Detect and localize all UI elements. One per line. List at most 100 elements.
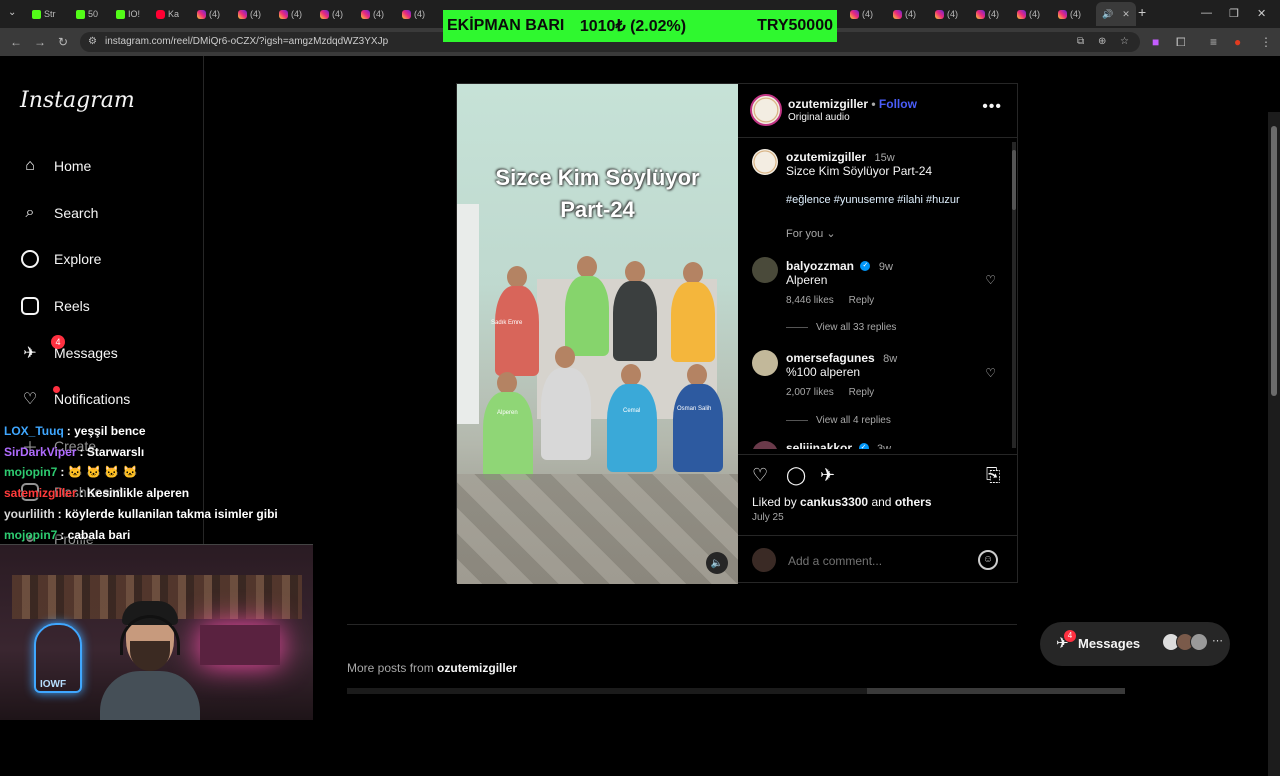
minimize-button[interactable]: — (1201, 7, 1212, 19)
messages-badge: 4 (1064, 630, 1076, 642)
chrome-menu-icon[interactable]: ⋮ (1260, 35, 1272, 49)
sidebar-item-notifications[interactable]: ♡ Notifications (20, 384, 130, 414)
extension-icon[interactable]: ■ (1152, 35, 1159, 49)
reload-icon[interactable]: ↻ (58, 35, 68, 49)
instagram-icon (197, 9, 206, 19)
commenter-avatar[interactable] (752, 441, 778, 449)
forward-icon[interactable]: → (34, 35, 46, 49)
browser-tab[interactable]: IO! (116, 6, 140, 22)
reply-button[interactable]: Reply (849, 295, 875, 306)
caption-username[interactable]: ozutemizgiller (786, 150, 866, 164)
commenter-avatar[interactable] (752, 257, 778, 283)
comment-icon[interactable]: ◯ (786, 465, 806, 486)
site-info-icon[interactable]: ⚙ (88, 36, 97, 47)
sidebar-item-label: Home (54, 158, 92, 174)
more-posts-username[interactable]: ozutemizgiller (437, 661, 517, 675)
window-close-button[interactable]: ✕ (1257, 7, 1266, 20)
browser-tab[interactable]: (4) (893, 6, 916, 22)
sidebar-item-home[interactable]: ⌂ Home (20, 151, 91, 181)
comment-like-heart-icon[interactable]: ♡ (985, 366, 996, 380)
comment-time: 9w (878, 261, 893, 273)
browser-tab[interactable]: (4) (935, 6, 958, 22)
browser-tab[interactable]: (4) (850, 6, 873, 22)
notification-dot (53, 386, 60, 393)
reply-button[interactable]: Reply (849, 387, 875, 398)
bookmark-star-icon[interactable]: ☆ (1120, 36, 1129, 47)
browser-tab[interactable]: (4) (361, 6, 384, 22)
extensions-puzzle-icon[interactable]: ⧠ (1176, 35, 1186, 50)
media-icon[interactable]: ≡ (1210, 35, 1217, 49)
browser-tab[interactable]: (4) (238, 6, 261, 22)
volume-icon[interactable]: 🔈 (706, 552, 728, 574)
liked-by: Liked by cankus3300 and others (752, 495, 932, 509)
sidebar-item-search[interactable]: ⌕ Search (20, 198, 99, 228)
chevron-down-icon[interactable]: ⌄ (826, 228, 835, 240)
emoji-icon[interactable]: ☺ (978, 550, 998, 570)
liked-by-user[interactable]: cankus3300 (800, 495, 868, 509)
browser-tab[interactable]: Str (32, 6, 56, 22)
sidebar-item-reels[interactable]: Reels (20, 291, 90, 321)
comment-likes[interactable]: 2,007 likes (786, 387, 834, 398)
browser-tab[interactable]: (4) (197, 6, 220, 22)
kid-head (555, 346, 575, 368)
browser-tab[interactable]: (4) (1058, 6, 1081, 22)
commenter-username[interactable]: seliiinakkor (786, 441, 852, 449)
view-replies-button[interactable]: View all 33 replies (786, 322, 896, 333)
current-user-avatar[interactable] (752, 548, 776, 572)
zoom-icon[interactable]: ⊕ (1098, 36, 1106, 47)
original-audio-link[interactable]: Original audio (788, 112, 850, 123)
share-icon[interactable]: ✈ (820, 465, 835, 486)
install-icon[interactable]: ⧉ (1077, 36, 1084, 47)
caption-hashtags[interactable]: #eğlence #yunusemre #ilahi #huzur (786, 194, 960, 206)
browser-tab[interactable]: Ka (156, 6, 179, 22)
comments-scrollbar[interactable] (1012, 142, 1016, 448)
kid-shirt (613, 281, 657, 361)
author-username[interactable]: ozutemizgiller (788, 97, 868, 111)
instagram-logo[interactable]: Instagram (20, 88, 135, 113)
browser-tab[interactable]: 50 (76, 6, 98, 22)
more-posts-thumbnails[interactable] (347, 688, 1125, 694)
tab-search-icon[interactable]: ⌄ (8, 7, 16, 18)
commenter-avatar[interactable] (752, 350, 778, 376)
save-bookmark-icon[interactable]: ⎘ (986, 465, 1000, 486)
browser-tab[interactable]: (4) (279, 6, 302, 22)
profile-avatar-icon[interactable]: ● (1234, 35, 1241, 49)
caption-avatar[interactable] (752, 149, 778, 175)
tab-label: (4) (905, 9, 916, 19)
active-tab[interactable]: 🔊 ✕ (1096, 2, 1136, 26)
browser-tab[interactable]: (4) (1017, 6, 1040, 22)
author-avatar[interactable] (750, 94, 782, 126)
browser-tab[interactable]: (4) (976, 6, 999, 22)
page-scrollbar[interactable] (1268, 112, 1280, 776)
chat-text: : köylerde kullanilan takma isimler gibi (57, 507, 278, 521)
for-you-label[interactable]: For you (786, 228, 823, 240)
commenter-username[interactable]: omersefagunes (786, 351, 875, 365)
messages-floating-button[interactable]: ✈ 4 Messages ⋯ (1040, 622, 1230, 666)
more-options-icon[interactable]: ••• (982, 98, 1002, 116)
new-tab-button[interactable]: + (1138, 4, 1146, 20)
chat-text: : yeşşil bence (66, 424, 146, 438)
liked-by-others[interactable]: others (895, 495, 932, 509)
reels-icon (20, 296, 40, 316)
restore-button[interactable]: ❐ (1229, 7, 1239, 20)
neon-text: IOWF (40, 679, 67, 690)
chat-text: : cabala bari (60, 528, 131, 542)
tab-close-icon[interactable]: ✕ (1122, 9, 1130, 20)
comment-likes[interactable]: 8,446 likes (786, 295, 834, 306)
like-heart-icon[interactable]: ♡ (752, 465, 768, 486)
tab-label: (4) (1070, 9, 1081, 19)
back-icon[interactable]: ← (10, 35, 22, 49)
reel-video[interactable]: Sizce Kim Söylüyor Part-24 Sadık Emre Al… (457, 84, 738, 584)
sidebar-item-explore[interactable]: Explore (20, 244, 101, 274)
follow-button[interactable]: Follow (879, 97, 917, 111)
sidebar-item-messages[interactable]: ✈ 4 Messages (20, 335, 118, 368)
comment-like-heart-icon[interactable]: ♡ (985, 273, 996, 287)
commenter-username[interactable]: balyozzman (786, 259, 854, 273)
browser-tab[interactable]: (4) (402, 6, 425, 22)
webcam-overlay: IOWF (0, 544, 313, 720)
kick-icon (116, 9, 125, 19)
add-comment-input[interactable]: Add a comment... (788, 554, 882, 568)
video-title-line2: Part-24 (560, 197, 635, 222)
browser-tab[interactable]: (4) (320, 6, 343, 22)
view-replies-button[interactable]: View all 4 replies (786, 415, 891, 426)
